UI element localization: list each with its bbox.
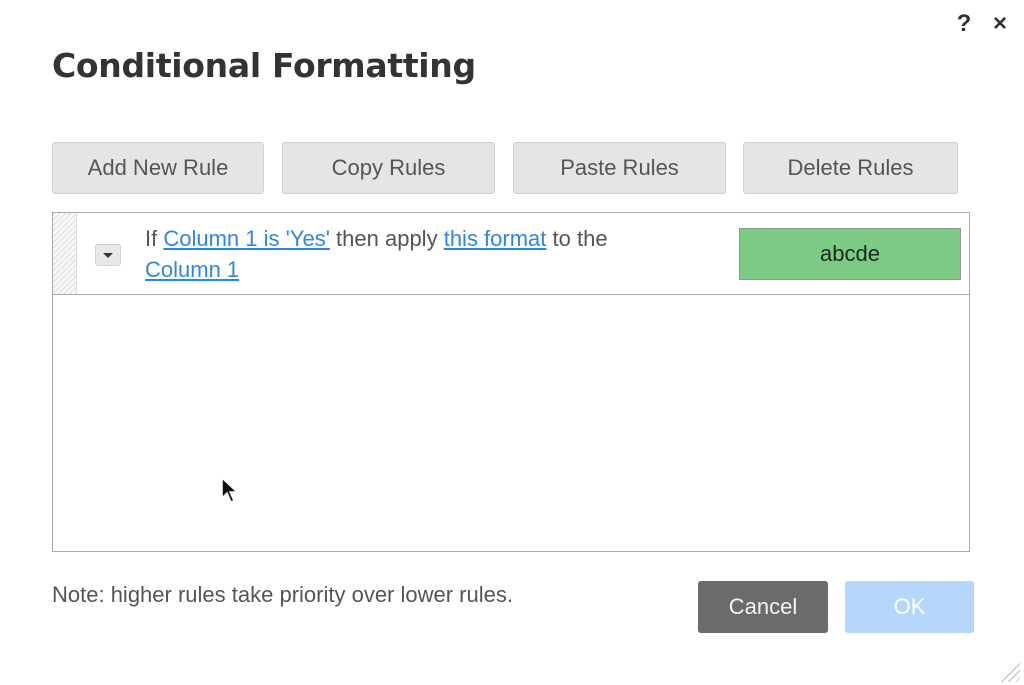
rules-list: If Column 1 is 'Yes' then apply this for… (52, 212, 970, 552)
format-link[interactable]: this format (444, 226, 547, 251)
dialog-title: Conditional Formatting (52, 46, 476, 85)
priority-note: Note: higher rules take priority over lo… (52, 582, 513, 607)
rule-description: If Column 1 is 'Yes' then apply this for… (145, 223, 705, 285)
add-new-rule-button[interactable]: Add New Rule (52, 142, 264, 194)
rule-menu-button[interactable] (95, 244, 121, 266)
rule-middle: then apply (336, 226, 438, 251)
mouse-pointer-icon (221, 476, 239, 504)
ok-button[interactable]: OK (845, 581, 974, 633)
rule-prefix: If (145, 226, 158, 251)
paste-rules-button[interactable]: Paste Rules (513, 142, 726, 194)
format-preview[interactable]: abcde (739, 228, 961, 280)
resize-grip-icon[interactable] (996, 660, 1020, 682)
condition-link[interactable]: Column 1 is 'Yes' (163, 226, 330, 251)
delete-rules-button[interactable]: Delete Rules (743, 142, 958, 194)
chevron-down-icon (103, 252, 113, 258)
rules-toolbar: Add New Rule Copy Rules Paste Rules Dele… (52, 142, 958, 194)
target-column-link[interactable]: Column 1 (145, 257, 239, 282)
cancel-button[interactable]: Cancel (698, 581, 828, 633)
drag-handle[interactable] (53, 213, 77, 294)
close-icon[interactable]: × (988, 10, 1012, 38)
help-icon[interactable]: ? (954, 10, 974, 38)
copy-rules-button[interactable]: Copy Rules (282, 142, 495, 194)
rule-row[interactable]: If Column 1 is 'Yes' then apply this for… (53, 213, 969, 295)
conditional-formatting-dialog: ? × Conditional Formatting Add New Rule … (0, 0, 1024, 685)
rule-suffix: to the (552, 226, 608, 251)
